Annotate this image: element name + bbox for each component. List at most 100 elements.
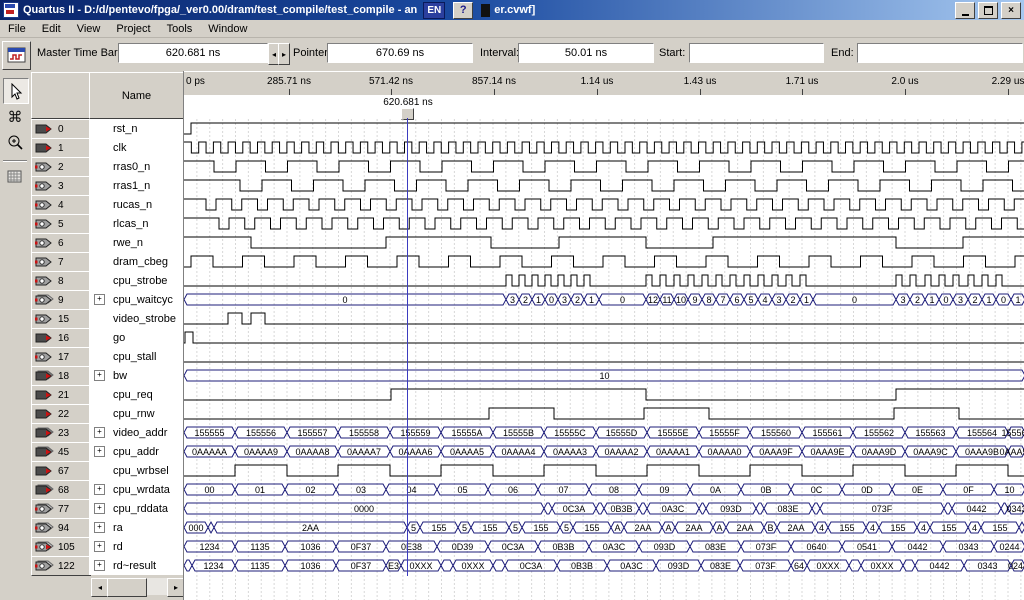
signal-number-cell-cpu_wrdata[interactable]: 68 — [31, 480, 91, 500]
zoom-tool-button[interactable] — [3, 131, 27, 155]
master-time-spin-right[interactable]: ▸ — [278, 43, 290, 65]
signal-name-cell-video_addr[interactable]: +video_addr — [89, 423, 183, 442]
signal-number-cell-go[interactable]: 16 — [31, 328, 91, 348]
waveform-row-cpu_rddata[interactable]: 00000C3A0B3B0A3C093D083E073F04420343 — [184, 503, 1024, 514]
expand-toggle[interactable]: + — [94, 427, 105, 438]
signal-name-cell-rras0_n[interactable]: rras0_n — [89, 157, 183, 176]
waveform-row-cpu_wrdata[interactable]: 000102030405060708090A0B0C0D0E0F10 — [184, 484, 1024, 495]
waveform-row-rlcas_n[interactable] — [184, 218, 1024, 229]
waveform-row-clk[interactable] — [184, 142, 1024, 153]
waveform-row-rras1_n[interactable] — [184, 180, 1024, 191]
signal-name-cell-cpu_rddata[interactable]: +cpu_rddata — [89, 499, 183, 518]
scrollbar-thumb[interactable] — [107, 578, 147, 597]
time-axis-header[interactable]: 0 ps285.71 ns571.42 ns857.14 ns1.14 us1.… — [184, 72, 1024, 96]
signal-number-cell-rd~result[interactable]: 122 — [31, 556, 91, 576]
signal-name-cell-rlcas_n[interactable]: rlcas_n — [89, 214, 183, 233]
signal-number-cell-clk[interactable]: 1 — [31, 138, 91, 158]
waveform-edit-tool-button[interactable]: ⌘ — [3, 105, 27, 129]
master-time-marker-line[interactable] — [407, 118, 408, 576]
signal-name-cell-cpu_wrbsel[interactable]: cpu_wrbsel — [89, 461, 183, 480]
waveform-row-bw[interactable]: 10 — [184, 370, 1024, 381]
waveform-row-rucas_n[interactable] — [184, 199, 1024, 210]
menu-file[interactable]: File — [0, 22, 34, 36]
names-horizontal-scrollbar[interactable]: ◂ ▸ — [91, 578, 183, 595]
waveform-row-cpu_strobe[interactable] — [184, 275, 1024, 286]
restore-button[interactable] — [978, 2, 998, 19]
signal-name-cell-go[interactable]: go — [89, 328, 183, 347]
signal-number-cell-cpu_stall[interactable]: 17 — [31, 347, 91, 367]
signal-number-cell-rwe_n[interactable]: 6 — [31, 233, 91, 253]
expand-toggle[interactable]: + — [94, 446, 105, 457]
menu-project[interactable]: Project — [108, 22, 158, 36]
signal-number-cell-rst_n[interactable]: 0 — [31, 119, 91, 139]
signal-name-cell-dram_cbeg[interactable]: dram_cbeg — [89, 252, 183, 271]
signal-number-cell-cpu_strobe[interactable]: 8 — [31, 271, 91, 291]
signal-name-cell-rras1_n[interactable]: rras1_n — [89, 176, 183, 195]
minimize-button[interactable] — [955, 2, 975, 19]
waveform-row-cpu_req[interactable] — [184, 389, 1024, 400]
signal-number-cell-cpu_wrbsel[interactable]: 67 — [31, 461, 91, 481]
waveform-row-dram_cbeg[interactable] — [184, 256, 1024, 267]
signal-name-cell-rd[interactable]: +rd — [89, 537, 183, 556]
signal-number-cell-rras0_n[interactable]: 2 — [31, 157, 91, 177]
signal-number-cell-rucas_n[interactable]: 4 — [31, 195, 91, 215]
menu-view[interactable]: View — [69, 22, 109, 36]
help-icon[interactable]: ? — [453, 2, 473, 19]
signal-number-cell-dram_cbeg[interactable]: 7 — [31, 252, 91, 272]
waveform-row-rwe_n[interactable] — [184, 237, 1024, 248]
signal-number-cell-video_strobe[interactable]: 15 — [31, 309, 91, 329]
signal-name-cell-video_strobe[interactable]: video_strobe — [89, 309, 183, 328]
waveform-canvas[interactable]: 0321032101211109876543210321032101 10 1555… — [184, 119, 1024, 600]
signal-number-cell-cpu_req[interactable]: 21 — [31, 385, 91, 405]
expand-toggle[interactable]: + — [94, 484, 105, 495]
waveform-row-go[interactable] — [184, 332, 1024, 343]
menu-tools[interactable]: Tools — [159, 22, 201, 36]
signal-number-cell-video_addr[interactable]: 23 — [31, 423, 91, 443]
signal-name-cell-ra[interactable]: +ra — [89, 518, 183, 537]
waveform-row-cpu_rnw[interactable] — [184, 408, 1024, 419]
signal-number-cell-cpu_addr[interactable]: 45 — [31, 442, 91, 462]
signal-name-cell-clk[interactable]: clk — [89, 138, 183, 157]
full-screen-tool-button[interactable] — [3, 165, 27, 189]
waveform-row-rras0_n[interactable] — [184, 161, 1024, 172]
waveform-row-cpu_wrbsel[interactable] — [184, 465, 1024, 476]
signal-name-cell-bw[interactable]: +bw — [89, 366, 183, 385]
signal-name-cell-rst_n[interactable]: rst_n — [89, 119, 183, 138]
menu-window[interactable]: Window — [200, 22, 255, 36]
signal-name-cell-rucas_n[interactable]: rucas_n — [89, 195, 183, 214]
signal-name-cell-cpu_req[interactable]: cpu_req — [89, 385, 183, 404]
expand-toggle[interactable]: + — [94, 503, 105, 514]
signal-number-cell-rlcas_n[interactable]: 5 — [31, 214, 91, 234]
close-button[interactable]: × — [1001, 2, 1021, 19]
signal-number-cell-cpu_rddata[interactable]: 77 — [31, 499, 91, 519]
language-indicator[interactable]: EN — [423, 2, 445, 19]
waveform-row-cpu_addr[interactable]: 0AAAAA0AAAA90AAAA80AAAA70AAAA60AAAA50AAA… — [184, 446, 1024, 457]
expand-toggle[interactable]: + — [94, 522, 105, 533]
expand-toggle[interactable]: + — [94, 560, 105, 571]
signal-name-cell-rwe_n[interactable]: rwe_n — [89, 233, 183, 252]
signal-name-cell-cpu_waitcyc[interactable]: +cpu_waitcyc — [89, 290, 183, 309]
signal-name-cell-cpu_addr[interactable]: +cpu_addr — [89, 442, 183, 461]
master-time-bar-field[interactable]: 620.681 ns — [118, 43, 268, 63]
signal-name-cell-cpu_wrdata[interactable]: +cpu_wrdata — [89, 480, 183, 499]
waveform-row-ra[interactable]: 0002AA5155515551555155A2AAA2AAA2AAB2AA41… — [184, 522, 1024, 533]
signal-number-cell-rras1_n[interactable]: 3 — [31, 176, 91, 196]
waveform-row-cpu_waitcyc[interactable]: 0321032101211109876543210321032101 — [184, 294, 1024, 305]
signal-name-cell-cpu_rnw[interactable]: cpu_rnw — [89, 404, 183, 423]
waveform-row-video_strobe[interactable] — [184, 313, 1024, 324]
menu-edit[interactable]: Edit — [34, 22, 69, 36]
waveform-row-rst_n[interactable] — [184, 123, 1024, 134]
signal-number-cell-rd[interactable]: 105 — [31, 537, 91, 557]
expand-toggle[interactable]: + — [94, 294, 105, 305]
signal-number-cell-bw[interactable]: 18 — [31, 366, 91, 386]
signal-name-cell-rd~result[interactable]: +rd~result — [89, 556, 183, 575]
signal-number-cell-ra[interactable]: 94 — [31, 518, 91, 538]
signal-number-cell-cpu_waitcyc[interactable]: 9 — [31, 290, 91, 310]
expand-toggle[interactable]: + — [94, 370, 105, 381]
waveform-row-rd[interactable]: 1234113510360F370E380D390C3A0B3B0A3C093D… — [184, 541, 1024, 552]
selection-tool-button[interactable] — [3, 78, 29, 104]
signal-name-cell-cpu_stall[interactable]: cpu_stall — [89, 347, 183, 366]
waveform-row-rd~result[interactable]: 1234113510360F37E30XXX0XXX0C3A0B3B0A3C09… — [184, 560, 1024, 571]
end-field[interactable] — [857, 43, 1023, 63]
waveform-row-video_addr[interactable]: 15555515555615555715555815555915555A1555… — [184, 427, 1024, 438]
